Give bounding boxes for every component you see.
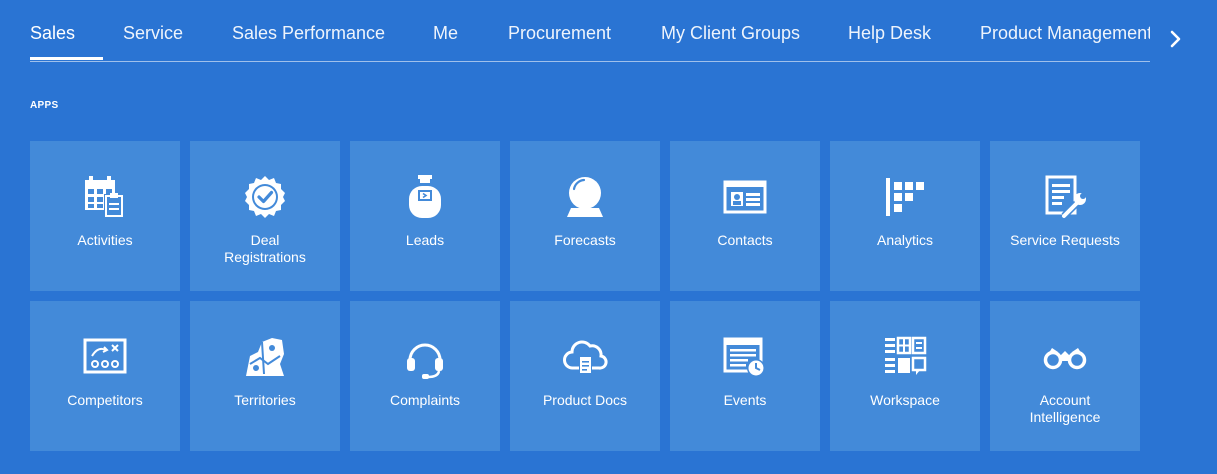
- tile-label: Analytics: [876, 232, 934, 248]
- tile-leads[interactable]: Leads: [350, 141, 500, 291]
- tile-label: Complaints: [389, 392, 461, 408]
- tile-label: Territories: [234, 392, 296, 408]
- tab-service[interactable]: Service: [123, 22, 183, 44]
- jar-icon: [402, 174, 448, 220]
- tile-forecasts[interactable]: Forecasts: [510, 141, 660, 291]
- tab-me[interactable]: Me: [433, 22, 458, 44]
- tab-procurement[interactable]: Procurement: [508, 22, 611, 44]
- strategy-board-icon: [82, 334, 128, 380]
- badge-check-icon: [242, 174, 288, 220]
- calendar-clock-icon: [722, 334, 768, 380]
- crystal-ball-icon: [562, 174, 608, 220]
- tile-label: Events: [723, 392, 767, 408]
- analytics-bars-icon: [882, 174, 928, 220]
- tile-label: Service Requests: [1010, 232, 1120, 248]
- tile-analytics[interactable]: Analytics: [830, 141, 980, 291]
- calendar-clipboard-icon: [82, 174, 128, 220]
- tile-account-intelligence[interactable]: Account Intelligence: [990, 301, 1140, 451]
- map-icon: [242, 334, 288, 380]
- tab-my-client-groups[interactable]: My Client Groups: [661, 22, 800, 44]
- contact-card-icon: [722, 174, 768, 220]
- tile-label: Competitors: [67, 392, 143, 408]
- binoculars-icon: [1042, 334, 1088, 380]
- document-wrench-icon: [1042, 174, 1088, 220]
- tile-contacts[interactable]: Contacts: [670, 141, 820, 291]
- tab-sales[interactable]: Sales: [30, 22, 75, 44]
- apps-grid: Activities Deal Registrations Leads Fore…: [30, 141, 1140, 451]
- tile-product-docs[interactable]: Product Docs: [510, 301, 660, 451]
- tab-product-management[interactable]: Product Management: [980, 22, 1150, 44]
- tile-service-requests[interactable]: Service Requests: [990, 141, 1140, 291]
- tile-label: Activities: [77, 232, 133, 248]
- tile-label: Forecasts: [554, 232, 616, 248]
- tile-label: Product Docs: [542, 392, 628, 408]
- tile-workspace[interactable]: Workspace: [830, 301, 980, 451]
- chevron-right-icon[interactable]: [1165, 28, 1187, 50]
- tile-activities[interactable]: Activities: [30, 141, 180, 291]
- tile-competitors[interactable]: Competitors: [30, 301, 180, 451]
- tile-deal-registrations[interactable]: Deal Registrations: [190, 141, 340, 291]
- cloud-document-icon: [562, 334, 608, 380]
- section-label-apps: APPS: [30, 100, 59, 111]
- tile-territories[interactable]: Territories: [190, 301, 340, 451]
- tile-events[interactable]: Events: [670, 301, 820, 451]
- active-tab-indicator: [30, 57, 103, 60]
- headset-icon: [402, 334, 448, 380]
- tile-label: Deal Registrations: [224, 232, 306, 265]
- tile-label: Account Intelligence: [1029, 392, 1101, 425]
- tile-complaints[interactable]: Complaints: [350, 301, 500, 451]
- tile-label: Contacts: [717, 232, 773, 248]
- tab-sales-performance[interactable]: Sales Performance: [232, 22, 385, 44]
- workspace-grid-icon: [882, 334, 928, 380]
- tab-help-desk[interactable]: Help Desk: [848, 22, 931, 44]
- app-tabs: Sales Service Sales Performance Me Procu…: [30, 0, 1150, 62]
- tile-label: Workspace: [870, 392, 940, 408]
- tile-label: Leads: [405, 232, 445, 248]
